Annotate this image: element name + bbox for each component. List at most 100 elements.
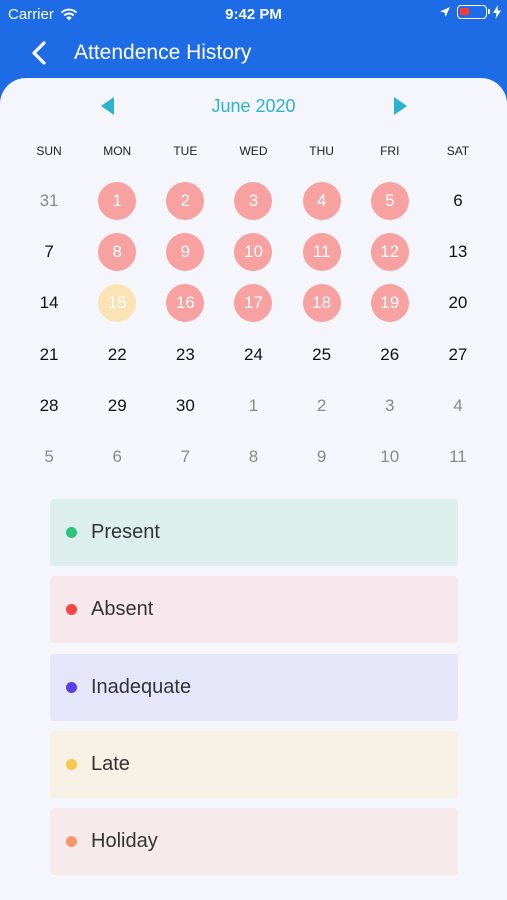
status-dot-icon	[66, 758, 77, 770]
calendar-day-muted: 7	[180, 447, 191, 467]
calendar-day-absent: 10	[234, 232, 273, 271]
calendar-day-absent: 17	[234, 284, 273, 323]
calendar-day-cell[interactable]: 31	[15, 175, 83, 226]
calendar-day-normal: 6	[453, 190, 463, 210]
charging-icon	[493, 5, 501, 19]
legend-label: Absent	[91, 598, 154, 621]
calendar-day-absent: 1	[98, 181, 137, 220]
calendar-day-cell[interactable]: 8	[219, 431, 287, 482]
month-header: June 2020	[0, 94, 507, 118]
weekday-header: SUN MON TUE WED THU FRI SAT	[15, 144, 492, 158]
calendar-day-cell[interactable]: 13	[424, 226, 492, 277]
page-title: Attendence History	[74, 41, 252, 64]
calendar-day-cell[interactable]: 5	[356, 175, 424, 226]
status-right	[439, 5, 501, 19]
weekday-sat: SAT	[446, 144, 470, 158]
calendar-day-muted: 8	[248, 447, 259, 467]
calendar-day-cell[interactable]: 7	[151, 431, 219, 482]
calendar-day-normal: 27	[448, 344, 468, 364]
calendar-day-absent: 5	[370, 181, 409, 220]
calendar-day-absent: 9	[166, 232, 205, 271]
calendar-day-cell[interactable]: 10	[219, 226, 287, 277]
calendar-day-cell[interactable]: 4	[424, 380, 492, 431]
triangle-right-icon	[394, 97, 407, 115]
calendar-day-normal: 7	[44, 241, 54, 261]
calendar-day-cell[interactable]: 19	[356, 278, 424, 329]
location-icon	[440, 7, 450, 17]
calendar-day-cell[interactable]: 2	[151, 175, 219, 226]
clock: 9:42 PM	[225, 6, 282, 23]
calendar-day-cell[interactable]: 23	[151, 329, 219, 380]
calendar-day-cell[interactable]: 25	[288, 329, 356, 380]
calendar-day-normal: 28	[39, 395, 59, 415]
calendar-day-muted: 6	[112, 447, 122, 467]
legend-label: Present	[91, 521, 160, 543]
legend-label: Inadequate	[91, 675, 192, 698]
calendar-day-cell[interactable]: 21	[15, 329, 83, 380]
calendar-grid: 31 1 2 3 4 5 6 7 8 9 10 11 12 13 14 15 16 17 18 19 20 21 22 23 2…	[15, 175, 492, 483]
calendar-day-cell[interactable]: 3	[219, 175, 287, 226]
calendar-day-normal: 20	[448, 293, 468, 313]
weekday-fri: FRI	[380, 144, 400, 158]
calendar-day-cell[interactable]: 12	[356, 226, 424, 277]
month-label: June 2020	[211, 96, 296, 116]
calendar-day-cell[interactable]: 26	[356, 329, 424, 380]
battery-icon	[457, 5, 490, 19]
calendar-day-cell[interactable]: 1	[219, 380, 287, 431]
calendar-day-cell[interactable]: 27	[424, 329, 492, 380]
weekday-sun: SUN	[36, 144, 62, 158]
calendar-day-cell[interactable]: 10	[356, 431, 424, 482]
calendar-day-muted: 31	[39, 190, 59, 210]
calendar-day-absent: 4	[302, 181, 341, 220]
calendar-day-muted: 11	[449, 447, 467, 467]
calendar-day-cell[interactable]: 4	[288, 175, 356, 226]
calendar-day-cell[interactable]: 20	[424, 278, 492, 329]
calendar-day-absent: 16	[166, 284, 205, 323]
calendar-day-cell[interactable]: 17	[219, 278, 287, 329]
calendar-day-absent: 3	[234, 181, 273, 220]
calendar-day-cell[interactable]: 11	[424, 431, 492, 482]
calendar-day-cell[interactable]: 9	[151, 226, 219, 277]
status-bar: Carrier 9:42 PM	[0, 0, 507, 28]
calendar-day-cell[interactable]: 6	[83, 431, 151, 482]
calendar-day-cell[interactable]: 24	[219, 329, 287, 380]
legend-item-absent: Absent	[50, 576, 458, 644]
calendar-day-cell[interactable]: 5	[15, 431, 83, 482]
calendar-day-cell[interactable]: 30	[151, 380, 219, 431]
weekday-thu: THU	[309, 144, 334, 158]
calendar-day-cell[interactable]: 6	[424, 175, 492, 226]
calendar-day-cell[interactable]: 7	[15, 226, 83, 277]
legend-item-holiday: Holiday	[50, 808, 458, 876]
chevron-left-icon	[32, 41, 46, 65]
calendar-day-cell[interactable]: 2	[288, 380, 356, 431]
calendar-day-cell[interactable]: 16	[151, 278, 219, 329]
calendar-day-absent: 8	[98, 232, 137, 271]
calendar-day-late: 15	[98, 284, 137, 323]
attendance-legend: Present Absent Inadequate Late Holiday	[50, 499, 458, 885]
calendar-day-normal: 22	[107, 344, 127, 364]
calendar-day-cell[interactable]: 3	[356, 380, 424, 431]
calendar-day-normal: 21	[39, 344, 59, 364]
calendar-day-normal: 26	[380, 344, 400, 364]
status-dot-icon	[66, 836, 77, 848]
calendar-day-cell[interactable]: 22	[83, 329, 151, 380]
next-month-button[interactable]	[390, 94, 410, 118]
calendar-day-cell[interactable]: 1	[83, 175, 151, 226]
calendar-day-muted: 4	[453, 395, 463, 415]
legend-item-inadequate: Inadequate	[50, 653, 458, 721]
calendar-day-absent: 19	[370, 284, 409, 323]
status-dot-icon	[66, 604, 77, 616]
calendar-day-cell[interactable]: 18	[288, 278, 356, 329]
calendar-day-normal: 25	[312, 344, 332, 364]
calendar-day-cell[interactable]: 11	[288, 226, 356, 277]
weekday-mon: MON	[103, 144, 132, 158]
back-button[interactable]	[24, 38, 54, 68]
calendar-day-normal: 13	[448, 241, 468, 261]
calendar-day-cell[interactable]: 8	[83, 226, 151, 277]
calendar-day-cell[interactable]: 14	[15, 278, 83, 329]
calendar-day-cell[interactable]: 28	[15, 380, 83, 431]
calendar-day-normal: 24	[244, 344, 263, 364]
calendar-day-cell[interactable]: 9	[288, 431, 356, 482]
calendar-day-cell[interactable]: 29	[83, 380, 151, 431]
calendar-day-cell[interactable]: 15	[83, 278, 151, 329]
